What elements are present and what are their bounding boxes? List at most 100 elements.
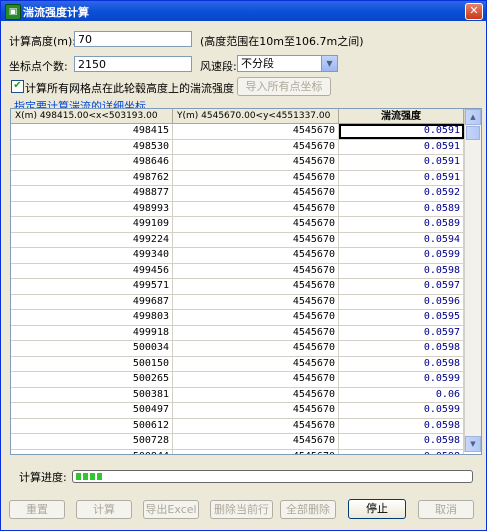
turbulence-cell[interactable]: 0.0595: [339, 310, 464, 325]
turbulence-cell[interactable]: 0.0591: [339, 124, 464, 139]
turbulence-cell[interactable]: 0.0596: [339, 294, 464, 309]
turbulence-cell[interactable]: 0.0598: [339, 263, 464, 278]
cancel-button[interactable]: 取消: [418, 500, 474, 519]
table-row[interactable]: 500612 4545670 0.0598: [11, 418, 464, 434]
import-coordinates-button[interactable]: 导入所有点坐标: [237, 77, 331, 96]
x-cell[interactable]: 498877: [11, 186, 173, 201]
x-cell[interactable]: 500034: [11, 341, 173, 356]
scroll-up-icon[interactable]: ▲: [465, 109, 481, 125]
wind-select[interactable]: 不分段 ▼: [237, 55, 338, 72]
table-row[interactable]: 498530 4545670 0.0591: [11, 139, 464, 155]
y-cell[interactable]: 4545670: [173, 356, 339, 371]
scroll-down-icon[interactable]: ▼: [465, 436, 481, 452]
height-input[interactable]: 70: [74, 31, 192, 47]
close-icon[interactable]: ✕: [465, 3, 483, 20]
y-cell[interactable]: 4545670: [173, 263, 339, 278]
y-cell[interactable]: 4545670: [173, 217, 339, 232]
turbulence-cell[interactable]: 0.0597: [339, 279, 464, 294]
delete-row-button[interactable]: 删除当前行: [210, 500, 273, 519]
all-grid-checkbox[interactable]: ✔: [11, 80, 24, 93]
x-cell[interactable]: 499571: [11, 279, 173, 294]
y-cell[interactable]: 4545670: [173, 139, 339, 154]
y-cell[interactable]: 4545670: [173, 248, 339, 263]
turbulence-cell[interactable]: 0.0598: [339, 418, 464, 433]
x-cell[interactable]: 498415: [11, 124, 173, 139]
table-row[interactable]: 498877 4545670 0.0592: [11, 186, 464, 202]
x-cell[interactable]: 499803: [11, 310, 173, 325]
turbulence-cell[interactable]: 0.0591: [339, 170, 464, 185]
x-cell[interactable]: 498762: [11, 170, 173, 185]
column-header-x[interactable]: X(m) 498415.00<x<503193.00: [11, 109, 173, 124]
x-cell[interactable]: 500381: [11, 387, 173, 402]
x-cell[interactable]: 498993: [11, 201, 173, 216]
x-cell[interactable]: 500265: [11, 372, 173, 387]
turbulence-cell[interactable]: 0.0591: [339, 139, 464, 154]
column-header-y[interactable]: Y(m) 4545670.00<y<4551337.00: [173, 109, 339, 124]
reset-button[interactable]: 重置: [9, 500, 65, 519]
scroll-thumb[interactable]: [466, 126, 480, 140]
turbulence-cell[interactable]: 0.06: [339, 387, 464, 402]
table-row[interactable]: 498993 4545670 0.0589: [11, 201, 464, 217]
y-cell[interactable]: 4545670: [173, 403, 339, 418]
y-cell[interactable]: 4545670: [173, 279, 339, 294]
stop-button[interactable]: 停止: [348, 499, 406, 519]
x-cell[interactable]: 500497: [11, 403, 173, 418]
turbulence-cell[interactable]: 0.0589: [339, 201, 464, 216]
table-row[interactable]: 50084445456700.0598: [11, 449, 464, 454]
y-cell[interactable]: 4545670: [173, 434, 339, 449]
title-bar[interactable]: ▣ 湍流强度计算 ✕: [1, 1, 486, 21]
y-cell[interactable]: 4545670: [173, 341, 339, 356]
table-row[interactable]: 498762 4545670 0.0591: [11, 170, 464, 186]
table-row[interactable]: 499687 4545670 0.0596: [11, 294, 464, 310]
table-row[interactable]: 499109 4545670 0.0589: [11, 217, 464, 233]
chevron-down-icon[interactable]: ▼: [321, 56, 337, 71]
turbulence-cell[interactable]: 0.0599: [339, 403, 464, 418]
x-cell[interactable]: 500844: [11, 449, 173, 454]
turbulence-cell[interactable]: 0.0591: [339, 155, 464, 170]
table-row[interactable]: 499918 4545670 0.0597: [11, 325, 464, 341]
table-row[interactable]: 498646 4545670 0.0591: [11, 155, 464, 171]
y-cell[interactable]: 4545670: [173, 155, 339, 170]
table-row[interactable]: 500728 4545670 0.0598: [11, 434, 464, 450]
table-row[interactable]: 500265 4545670 0.0599: [11, 372, 464, 388]
y-cell[interactable]: 4545670: [173, 449, 339, 454]
y-cell[interactable]: 4545670: [173, 232, 339, 247]
table-row[interactable]: 499340 4545670 0.0599: [11, 248, 464, 264]
x-cell[interactable]: 498530: [11, 139, 173, 154]
table-row[interactable]: 498415 4545670 0.0591: [11, 124, 464, 140]
table-row[interactable]: 499803 4545670 0.0595: [11, 310, 464, 326]
x-cell[interactable]: 498646: [11, 155, 173, 170]
turbulence-cell[interactable]: 0.0598: [339, 341, 464, 356]
turbulence-cell[interactable]: 0.0589: [339, 217, 464, 232]
y-cell[interactable]: 4545670: [173, 294, 339, 309]
y-cell[interactable]: 4545670: [173, 124, 339, 139]
table-row[interactable]: 499224 4545670 0.0594: [11, 232, 464, 248]
table-row[interactable]: 500150 4545670 0.0598: [11, 356, 464, 372]
turbulence-cell[interactable]: 0.0592: [339, 186, 464, 201]
turbulence-cell[interactable]: 0.0594: [339, 232, 464, 247]
calculate-button[interactable]: 计算: [76, 500, 132, 519]
x-cell[interactable]: 499109: [11, 217, 173, 232]
turbulence-cell[interactable]: 0.0599: [339, 372, 464, 387]
export-excel-button[interactable]: 导出Excel: [143, 500, 199, 519]
y-cell[interactable]: 4545670: [173, 201, 339, 216]
y-cell[interactable]: 4545670: [173, 372, 339, 387]
y-cell[interactable]: 4545670: [173, 418, 339, 433]
y-cell[interactable]: 4545670: [173, 310, 339, 325]
table-row[interactable]: 500497 4545670 0.0599: [11, 403, 464, 419]
x-cell[interactable]: 500150: [11, 356, 173, 371]
delete-all-button[interactable]: 全部删除: [280, 500, 336, 519]
table-row[interactable]: 500381 4545670 0.06: [11, 387, 464, 403]
x-cell[interactable]: 500728: [11, 434, 173, 449]
x-cell[interactable]: 499224: [11, 232, 173, 247]
x-cell[interactable]: 499456: [11, 263, 173, 278]
x-cell[interactable]: 499918: [11, 325, 173, 340]
turbulence-cell[interactable]: 0.0598: [339, 449, 464, 454]
turbulence-cell[interactable]: 0.0598: [339, 434, 464, 449]
table-row[interactable]: 500034 4545670 0.0598: [11, 341, 464, 357]
y-cell[interactable]: 4545670: [173, 387, 339, 402]
turbulence-cell[interactable]: 0.0597: [339, 325, 464, 340]
turbulence-cell[interactable]: 0.0599: [339, 248, 464, 263]
y-cell[interactable]: 4545670: [173, 325, 339, 340]
x-cell[interactable]: 500612: [11, 418, 173, 433]
